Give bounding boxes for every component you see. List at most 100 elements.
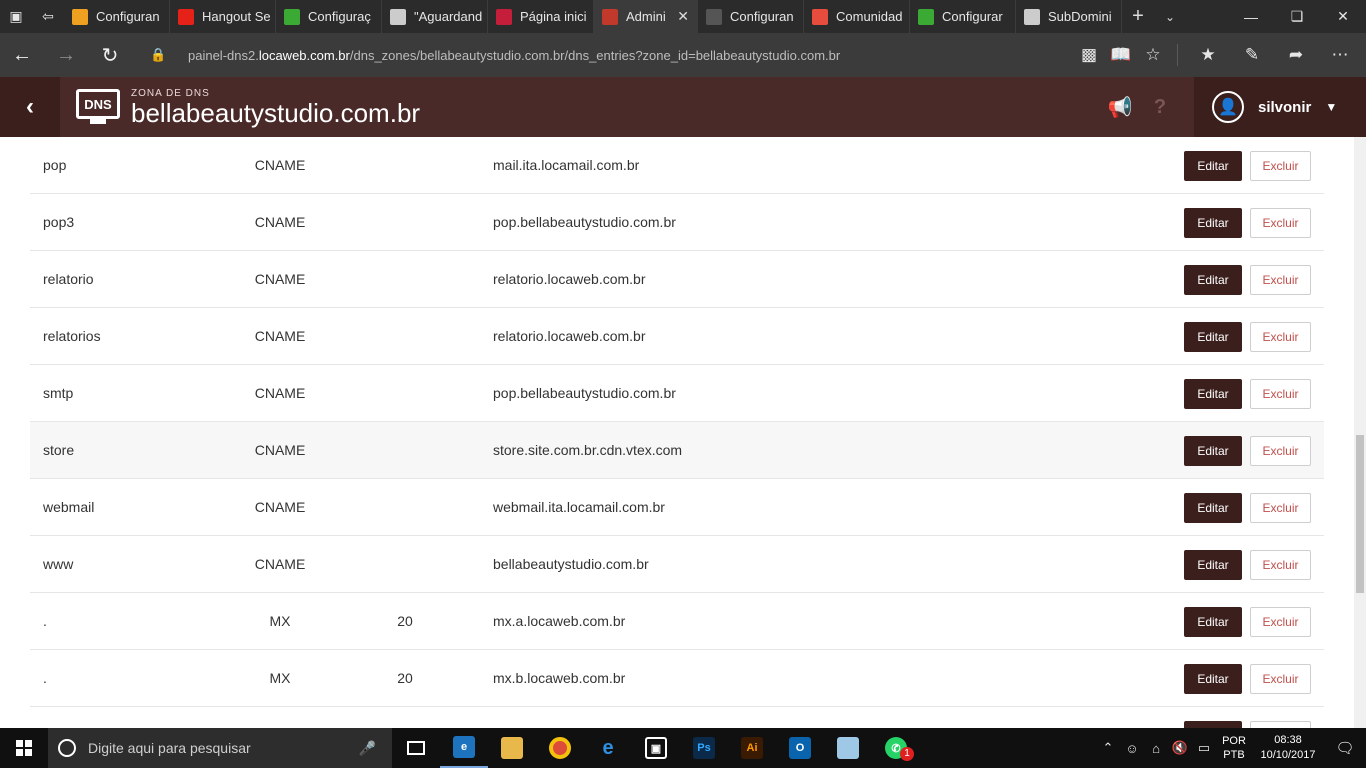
tab-title: Configuran	[96, 9, 160, 24]
reading-view-icon[interactable]: 📖	[1105, 33, 1137, 77]
edit-button[interactable]: Editar	[1184, 607, 1242, 637]
pen-note-icon[interactable]: ✎	[1230, 33, 1274, 77]
file-explorer-icon[interactable]	[488, 728, 536, 768]
refresh-icon[interactable]: ↻	[88, 33, 132, 77]
edit-button[interactable]: Editar	[1184, 721, 1242, 728]
task-view-icon[interactable]	[392, 728, 440, 768]
language-indicator[interactable]: POR PTB	[1216, 734, 1252, 762]
delete-button[interactable]: Excluir	[1250, 664, 1311, 694]
tab-previews-icon[interactable]: ▣	[0, 0, 32, 33]
browser-tab[interactable]: Configuraç	[276, 0, 382, 33]
address-bar: ← → ↻ 🔒 painel-dns2. locaweb.com.br/dns_z…	[0, 33, 1366, 77]
action-center-icon[interactable]: 🗨	[1324, 739, 1366, 757]
table-row: . MX 20 mx.b.locaweb.com.br Editar Excluir	[30, 650, 1324, 707]
back-chevron-button[interactable]: ‹	[0, 77, 60, 137]
close-tab-icon[interactable]: ✕	[677, 8, 689, 25]
wifi-icon[interactable]: ⌂	[1144, 741, 1168, 756]
clock-time: 08:38	[1274, 734, 1302, 746]
browser-tab[interactable]: Hangout Se	[170, 0, 276, 33]
edit-button[interactable]: Editar	[1184, 664, 1242, 694]
edge-app-icon[interactable]: e	[440, 728, 488, 768]
browser-tab[interactable]: Página inici	[488, 0, 594, 33]
browser-tab[interactable]: Configurar	[910, 0, 1016, 33]
favorites-hub-icon[interactable]: ★	[1186, 33, 1230, 77]
record-priority	[385, 422, 425, 479]
language-code: POR	[1222, 735, 1246, 747]
close-window-button[interactable]: ✕	[1320, 0, 1366, 33]
record-priority	[385, 707, 425, 728]
url-path: /dns_zones/bellabeautystudio.com.br/dns_…	[349, 47, 841, 63]
forward-arrow-icon[interactable]: →	[44, 33, 88, 77]
tab-title: SubDomini	[1048, 9, 1112, 24]
delete-button[interactable]: Excluir	[1250, 436, 1311, 466]
table-row: pop CNAME mail.ita.locamail.com.br Editar Ex…	[30, 137, 1324, 194]
delete-button[interactable]: Excluir	[1250, 265, 1311, 295]
vertical-scrollbar[interactable]	[1354, 137, 1366, 728]
microphone-icon[interactable]: 🎤	[359, 740, 376, 757]
illustrator-icon[interactable]: Ai	[728, 728, 776, 768]
tab-title: Hangout Se	[202, 9, 271, 24]
browser-tab[interactable]: "Aguardand	[382, 0, 488, 33]
delete-button[interactable]: Excluir	[1250, 208, 1311, 238]
edit-button[interactable]: Editar	[1184, 322, 1242, 352]
delete-button[interactable]: Excluir	[1250, 151, 1311, 181]
notes-app-icon[interactable]	[824, 728, 872, 768]
edit-button[interactable]: Editar	[1184, 493, 1242, 523]
scrollbar-thumb[interactable]	[1356, 435, 1364, 593]
delete-button[interactable]: Excluir	[1250, 550, 1311, 580]
help-icon[interactable]: ?	[1140, 77, 1180, 137]
display-icon[interactable]: ▭	[1192, 740, 1216, 756]
record-priority	[385, 137, 425, 194]
w-icon	[496, 8, 512, 25]
internet-explorer-icon[interactable]: e	[584, 728, 632, 768]
page-icon	[1024, 8, 1040, 25]
more-menu-icon[interactable]: ⋯	[1318, 33, 1362, 77]
store-icon[interactable]: ▣	[632, 728, 680, 768]
record-name: pop3	[43, 214, 75, 230]
chrome-icon[interactable]	[536, 728, 584, 768]
delete-button[interactable]: Excluir	[1250, 721, 1311, 728]
taskbar-search-box[interactable]: Digite aqui para pesquisar 🎤	[48, 728, 392, 768]
restore-button[interactable]: ❏	[1274, 0, 1320, 33]
tab-title: Configurar	[942, 9, 1003, 24]
browser-tab[interactable]: Configuran	[698, 0, 804, 33]
url-field[interactable]: 🔒 painel-dns2. locaweb.com.br/dns_zones/b…	[150, 33, 1073, 77]
delete-button[interactable]: Excluir	[1250, 607, 1311, 637]
photoshop-icon[interactable]: Ps	[680, 728, 728, 768]
delete-button[interactable]: Excluir	[1250, 493, 1311, 523]
tab-title: "Aguardand	[414, 9, 483, 24]
favorite-star-icon[interactable]: ☆	[1137, 33, 1169, 77]
whatsapp-icon[interactable]: ✆ 1	[872, 728, 920, 768]
edit-button[interactable]: Editar	[1184, 550, 1242, 580]
edit-button[interactable]: Editar	[1184, 436, 1242, 466]
record-value: pop.bellabeautystudio.com.br	[493, 385, 676, 401]
delete-button[interactable]: Excluir	[1250, 379, 1311, 409]
share-icon[interactable]: ➦	[1274, 33, 1318, 77]
people-icon[interactable]: ☺	[1120, 741, 1144, 756]
browser-tab[interactable]: SubDomini	[1016, 0, 1122, 33]
delete-button[interactable]: Excluir	[1250, 322, 1311, 352]
browser-tab[interactable]: Admini ✕	[594, 0, 698, 33]
user-menu[interactable]: 👤 silvonir ▼	[1194, 77, 1366, 137]
volume-muted-icon[interactable]: 🔇	[1168, 740, 1192, 756]
tab-title: Configuraç	[308, 9, 371, 24]
system-clock[interactable]: 08:38 10/10/2017	[1252, 733, 1324, 763]
extension-icon[interactable]: ▩	[1073, 33, 1105, 77]
show-hidden-icons-chevron[interactable]: ⌃	[1096, 740, 1120, 756]
edit-button[interactable]: Editar	[1184, 208, 1242, 238]
browser-tab[interactable]: Configuran	[64, 0, 170, 33]
back-arrow-icon[interactable]: ←	[0, 33, 44, 77]
edit-button[interactable]: Editar	[1184, 265, 1242, 295]
windows-start-icon[interactable]	[0, 728, 48, 768]
edit-button[interactable]: Editar	[1184, 151, 1242, 181]
url-domain: locaweb.com.br	[258, 47, 350, 63]
cube-icon	[812, 8, 828, 25]
tab-list-chevron-icon[interactable]: ⌄	[1154, 0, 1186, 33]
megaphone-icon[interactable]: 📢	[1100, 77, 1140, 137]
edit-button[interactable]: Editar	[1184, 379, 1242, 409]
browser-tab[interactable]: Comunidad	[804, 0, 910, 33]
new-tab-button[interactable]: +	[1122, 0, 1154, 33]
minimize-button[interactable]: —	[1228, 0, 1274, 33]
outlook-icon[interactable]: O	[776, 728, 824, 768]
set-aside-tabs-icon[interactable]: ⇦	[32, 0, 64, 33]
